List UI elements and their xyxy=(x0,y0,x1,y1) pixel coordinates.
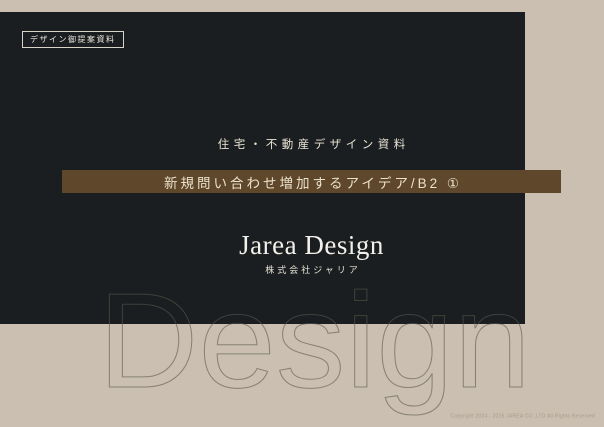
company-name: 株式会社ジャリア xyxy=(265,265,361,275)
proposal-badge: デザイン御提案資料 xyxy=(22,31,124,48)
title-banner: 新規問い合わせ増加するアイデア/B2 ① xyxy=(62,170,561,193)
title-text: 新規問い合わせ増加するアイデア/B2 ① xyxy=(164,175,462,191)
proposal-badge-label: デザイン御提案資料 xyxy=(30,35,116,44)
slide-cover: Design デザイン御提案資料 住宅・不動産デザイン資料 新規問い合わせ増加す… xyxy=(0,0,604,427)
company-logo: Jarea Design xyxy=(239,230,384,260)
dark-panel xyxy=(0,12,525,324)
subtitle: 住宅・不動産デザイン資料 xyxy=(217,139,410,151)
copyright-notice: Copyright 2024 - 2025 JAREA CO.,LTD All … xyxy=(450,413,595,419)
